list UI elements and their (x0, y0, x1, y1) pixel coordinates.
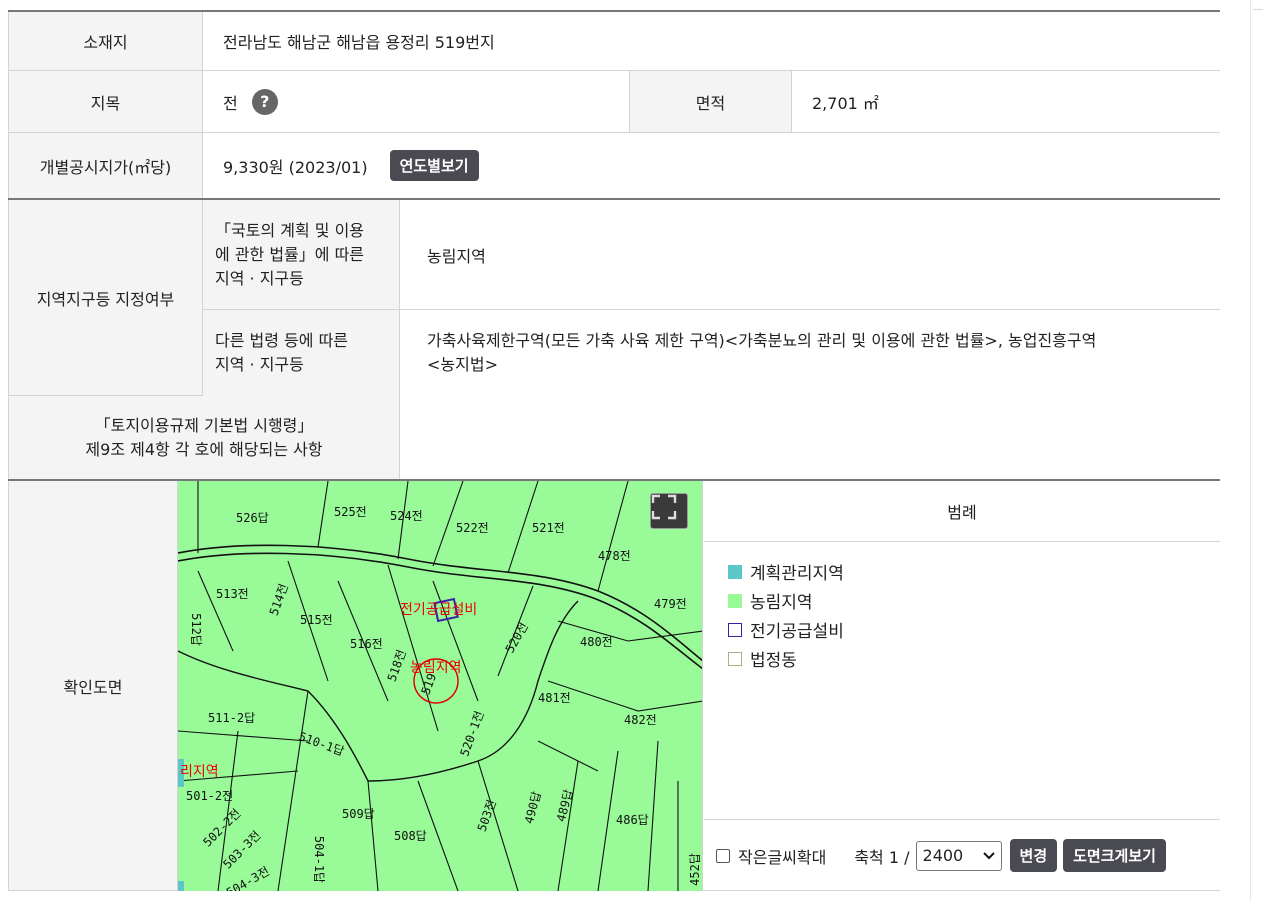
lot-label: 486답 (616, 813, 649, 827)
row-category: 지목 전 ? 면적 2,701 ㎡ (8, 71, 1220, 133)
legend-panel: 범례 계획관리지역 농림지역 전기공급설비 법정동 작은글씨확대 축척 1 / … (704, 481, 1220, 891)
lot-label: 521전 (532, 521, 565, 535)
lot-label: 501-2전 (186, 789, 234, 803)
enlarge-text-checkbox[interactable] (716, 848, 730, 863)
zone-label: 전기공급설비 (400, 602, 478, 618)
area-text: 2,701 ㎡ (812, 93, 879, 113)
fullscreen-icon (651, 494, 677, 520)
lot-label: 524전 (390, 509, 423, 523)
change-scale-button[interactable]: 변경 (1009, 839, 1058, 872)
lot-label: 522전 (456, 521, 489, 535)
row-regulation: 「토지이용규제 기본법 시행령」 제9조 제4항 각 호에 해당되는 사항 (8, 396, 1220, 481)
zone-label: 농림지역 (410, 660, 462, 676)
location-text: 전라남도 해남군 해남읍 용정리 519번지 (223, 33, 495, 52)
category-text: 전 (223, 93, 238, 113)
other-law-text-line1: 가축사육제한구역(모든 가축 사육 제한 구역)<가축분뇨의 관리 및 이용에 … (427, 331, 1097, 350)
location-label: 소재지 (8, 12, 203, 70)
lot-label: 508답 (394, 829, 427, 843)
land-use-table: 소재지 전라남도 해남군 해남읍 용정리 519번지 지목 전 ? 면적 2,7… (8, 10, 1220, 891)
lot-label: 512답 (188, 613, 203, 646)
location-value: 전라남도 해남군 해남읍 용정리 519번지 (203, 12, 1220, 70)
zone-label: 리지역 (180, 764, 219, 780)
regulation-label-line2: 제9조 제4항 각 호에 해당되는 사항 (85, 439, 323, 459)
cadastral-map[interactable]: 526답 525전 524전 522전 521전 478전 513전 514전 … (178, 481, 703, 891)
area-value: 2,701 ㎡ (792, 71, 1220, 132)
other-law-text-line2: <농지법> (427, 355, 498, 374)
legend-item-legal-dong: 법정동 (728, 644, 1220, 673)
lot-label: 479전 (654, 597, 687, 611)
lot-label: 452답 (687, 853, 702, 886)
lot-label: 513전 (216, 587, 249, 601)
legend-item-power: 전기공급설비 (728, 615, 1220, 644)
category-value: 전 ? (203, 71, 630, 132)
category-label: 지목 (8, 71, 203, 132)
row-map: 확인도면 526답 525전 524전 522전 521전 478전 513전 … (8, 481, 1220, 891)
row-location: 소재지 전라남도 해남군 해남읍 용정리 519번지 (8, 10, 1220, 71)
scale-label: 축척 1 / (854, 847, 910, 867)
scale-select[interactable]: 2400 (915, 840, 1002, 871)
legend-item-label: 법정동 (750, 651, 797, 671)
scrollbar-track (1250, 0, 1251, 901)
lot-label: 504-1답 (312, 835, 327, 884)
swatch-fill-icon (728, 593, 742, 608)
divider (1253, 9, 1263, 10)
other-law-value: 가축사육제한구역(모든 가축 사육 제한 구역)<가축분뇨의 관리 및 이용에 … (400, 310, 1220, 396)
national-law-label-line1: 「국토의 계획 및 이용 (215, 220, 365, 240)
other-law-label: 다른 법령 등에 따른 지역 · 지구등 (203, 310, 400, 396)
area-label: 면적 (630, 71, 792, 132)
legend-list: 계획관리지역 농림지역 전기공급설비 법정동 (704, 542, 1220, 673)
enlarge-text-label: 작은글씨확대 (738, 847, 827, 867)
zoning-national-row: 「국토의 계획 및 이용 에 관한 법률」에 따른 지역 · 지구등 농림지역 (203, 200, 1220, 310)
lot-label: 478전 (598, 549, 631, 563)
price-label: 개별공시지가(㎡당) (8, 133, 203, 198)
other-law-label-line2: 지역 · 지구등 (215, 355, 304, 374)
help-icon[interactable]: ? (251, 88, 278, 115)
lot-label: 526답 (236, 511, 269, 525)
legend-item-label: 농림지역 (750, 593, 813, 613)
legend-title: 범례 (704, 481, 1220, 542)
lot-label: 515전 (300, 613, 333, 627)
regulation-label-line1: 「토지이용규제 기본법 시행령」 (94, 415, 314, 435)
lot-label: 511-2답 (208, 711, 256, 725)
national-law-label-line3: 지역 · 지구등 (215, 268, 304, 288)
fullscreen-button[interactable] (650, 493, 688, 529)
lot-label: 482전 (624, 713, 657, 727)
legend-item-agriculture: 농림지역 (728, 586, 1220, 615)
lot-label: 516전 (350, 637, 383, 651)
swatch-fill-icon (728, 564, 742, 579)
row-price: 개별공시지가(㎡당) 9,330원 (2023/01) 연도별보기 (8, 133, 1220, 200)
yearly-price-button[interactable]: 연도별보기 (389, 150, 479, 181)
lot-label: 525전 (334, 505, 367, 519)
national-law-label: 「국토의 계획 및 이용 에 관한 법률」에 따른 지역 · 지구등 (203, 200, 400, 309)
row-zoning: 지역지구등 지정여부 「국토의 계획 및 이용 에 관한 법률」에 따른 지역 … (8, 200, 1220, 396)
lot-label: 509답 (342, 807, 375, 821)
lot-label: 480전 (580, 635, 613, 649)
national-law-value: 농림지역 (400, 200, 1220, 309)
legend-item-label: 전기공급설비 (750, 622, 844, 642)
parcel-lines (178, 481, 702, 891)
map-controls: 작은글씨확대 축척 1 / 2400 변경 도면크게보기 (704, 819, 1220, 891)
scale-value: 2400 (922, 846, 964, 865)
price-value: 9,330원 (2023/01) 연도별보기 (203, 133, 1220, 198)
price-text: 9,330원 (2023/01) (223, 157, 368, 177)
lot-label: 481전 (538, 691, 571, 705)
regulation-label: 「토지이용규제 기본법 시행령」 제9조 제4항 각 호에 해당되는 사항 (8, 396, 400, 479)
swatch-outline-icon (728, 651, 742, 666)
national-law-label-line2: 에 관한 법률」에 따른 (215, 244, 365, 264)
chevron-down-icon (982, 851, 995, 859)
national-law-text: 농림지역 (427, 246, 486, 266)
other-law-label-line1: 다른 법령 등에 따른 (215, 331, 349, 350)
zoning-other-row: 다른 법령 등에 따른 지역 · 지구등 가축사육제한구역(모든 가축 사육 제… (203, 310, 1220, 396)
enlarge-map-button[interactable]: 도면크게보기 (1063, 839, 1166, 872)
legend-item-planning: 계획관리지역 (728, 557, 1220, 586)
zoning-label: 지역지구등 지정여부 (8, 200, 203, 395)
swatch-outline-icon (728, 622, 742, 637)
regulation-value (400, 396, 1220, 479)
legend-item-label: 계획관리지역 (750, 564, 844, 584)
map-label: 확인도면 (8, 481, 178, 890)
